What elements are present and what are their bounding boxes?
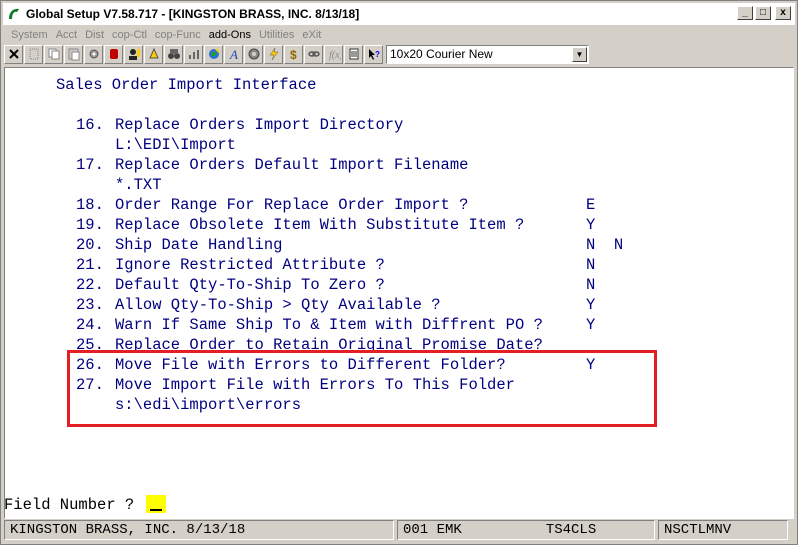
- font-select-value: 10x20 Courier New: [390, 47, 493, 61]
- menu-add-ons[interactable]: add-Ons: [209, 29, 251, 41]
- stop-icon[interactable]: [104, 44, 123, 64]
- title-bar: Global Setup V7.58.717 - [KINGSTON BRASS…: [3, 3, 795, 25]
- setting-number: 16.: [76, 116, 104, 134]
- setting-label: Order Range For Replace Order Import ?: [115, 196, 469, 214]
- close-button[interactable]: x: [775, 6, 791, 20]
- prompt-label: Field Number ?: [4, 496, 135, 514]
- setting-value[interactable]: Y: [586, 215, 595, 235]
- menu-acct[interactable]: Acct: [56, 29, 77, 41]
- setting-value[interactable]: N N: [586, 235, 623, 255]
- status-company: KINGSTON BRASS, INC. 8/13/18: [4, 520, 394, 540]
- paste-icon[interactable]: [64, 44, 83, 64]
- setting-number: 22.: [76, 276, 104, 294]
- toolbar: A $ f(x) ? 10x20 Courier New ▼: [3, 43, 795, 65]
- status-terminal: TS4CLS: [545, 522, 597, 538]
- link-icon[interactable]: [304, 44, 323, 64]
- setting-number: 20.: [76, 236, 104, 254]
- status-bar: KINGSTON BRASS, INC. 8/13/18 001 EMK TS4…: [4, 518, 796, 542]
- help-pointer-icon[interactable]: ?: [364, 44, 383, 64]
- chevron-down-icon[interactable]: ▼: [572, 46, 587, 62]
- close-icon[interactable]: [4, 44, 23, 64]
- list-icon[interactable]: [344, 44, 363, 64]
- dollar-icon[interactable]: $: [284, 44, 303, 64]
- function-icon[interactable]: f(x): [324, 44, 343, 64]
- lightning-icon[interactable]: [264, 44, 283, 64]
- setting-label: Ignore Restricted Attribute ?: [115, 256, 385, 274]
- font-icon[interactable]: A: [224, 44, 243, 64]
- settings-icon[interactable]: [84, 44, 103, 64]
- status-user-terminal: 001 EMK TS4CLS: [397, 520, 655, 540]
- blank-icon[interactable]: [24, 44, 43, 64]
- chart-icon[interactable]: [184, 44, 203, 64]
- status-program: NSCTLMNV: [658, 520, 788, 540]
- user-icon[interactable]: [124, 44, 143, 64]
- highlight-box: [67, 350, 657, 427]
- binoculars-icon[interactable]: [164, 44, 183, 64]
- setting-label: Replace Orders Import Directory: [115, 116, 404, 134]
- menu-system[interactable]: System: [11, 29, 48, 41]
- minimize-button[interactable]: _: [737, 6, 753, 20]
- setting-label: Ship Date Handling: [115, 236, 283, 254]
- setting-label: *.TXT: [115, 176, 162, 194]
- setting-label: Warn If Same Ship To & Item with Diffren…: [115, 316, 543, 334]
- menu-dist[interactable]: Dist: [85, 29, 104, 41]
- setting-label: Default Qty-To-Ship To Zero ?: [115, 276, 385, 294]
- setting-label: Replace Obsolete Item With Substitute It…: [115, 216, 525, 234]
- setting-number: 21.: [76, 256, 104, 274]
- setting-label: Allow Qty-To-Ship > Qty Available ?: [115, 296, 441, 314]
- setting-value[interactable]: Y: [586, 295, 595, 315]
- copy-icon[interactable]: [44, 44, 63, 64]
- menu-cop-func[interactable]: cop-Func: [155, 29, 201, 41]
- menu-cop-ctl[interactable]: cop-Ctl: [112, 29, 147, 41]
- svg-text:A: A: [229, 47, 238, 61]
- app-window: Global Setup V7.58.717 - [KINGSTON BRASS…: [0, 0, 798, 545]
- gear-icon[interactable]: [244, 44, 263, 64]
- menu-exit[interactable]: eXit: [302, 29, 321, 41]
- setting-label: L:\EDI\Import: [115, 136, 236, 154]
- svg-text:f(x): f(x): [329, 50, 341, 61]
- setting-number: 24.: [76, 316, 104, 334]
- maximize-button[interactable]: □: [755, 6, 771, 20]
- menu-utilities[interactable]: Utilities: [259, 29, 294, 41]
- globe-icon[interactable]: [204, 44, 223, 64]
- setting-value[interactable]: N: [586, 255, 595, 275]
- setting-label: Replace Orders Default Import Filename: [115, 156, 469, 174]
- window-title: Global Setup V7.58.717 - [KINGSTON BRASS…: [26, 7, 360, 21]
- page-title: Sales Order Import Interface: [56, 76, 317, 94]
- setting-number: 18.: [76, 196, 104, 214]
- status-user: 001 EMK: [403, 522, 462, 538]
- svg-text:$: $: [290, 48, 297, 61]
- setting-value[interactable]: Y: [586, 315, 595, 335]
- menu-bar: System Acct Dist cop-Ctl cop-Func add-On…: [3, 26, 795, 43]
- bell-icon[interactable]: [144, 44, 163, 64]
- font-select[interactable]: 10x20 Courier New ▼: [386, 44, 589, 64]
- app-logo-icon: [6, 6, 22, 22]
- field-number-prompt: Field Number ?: [4, 495, 166, 515]
- setting-number: 19.: [76, 216, 104, 234]
- setting-value[interactable]: N: [586, 275, 595, 295]
- setting-number: 17.: [76, 156, 104, 174]
- setting-number: 23.: [76, 296, 104, 314]
- svg-text:?: ?: [375, 50, 380, 59]
- field-number-input[interactable]: [145, 495, 166, 513]
- setting-value[interactable]: E: [586, 195, 595, 215]
